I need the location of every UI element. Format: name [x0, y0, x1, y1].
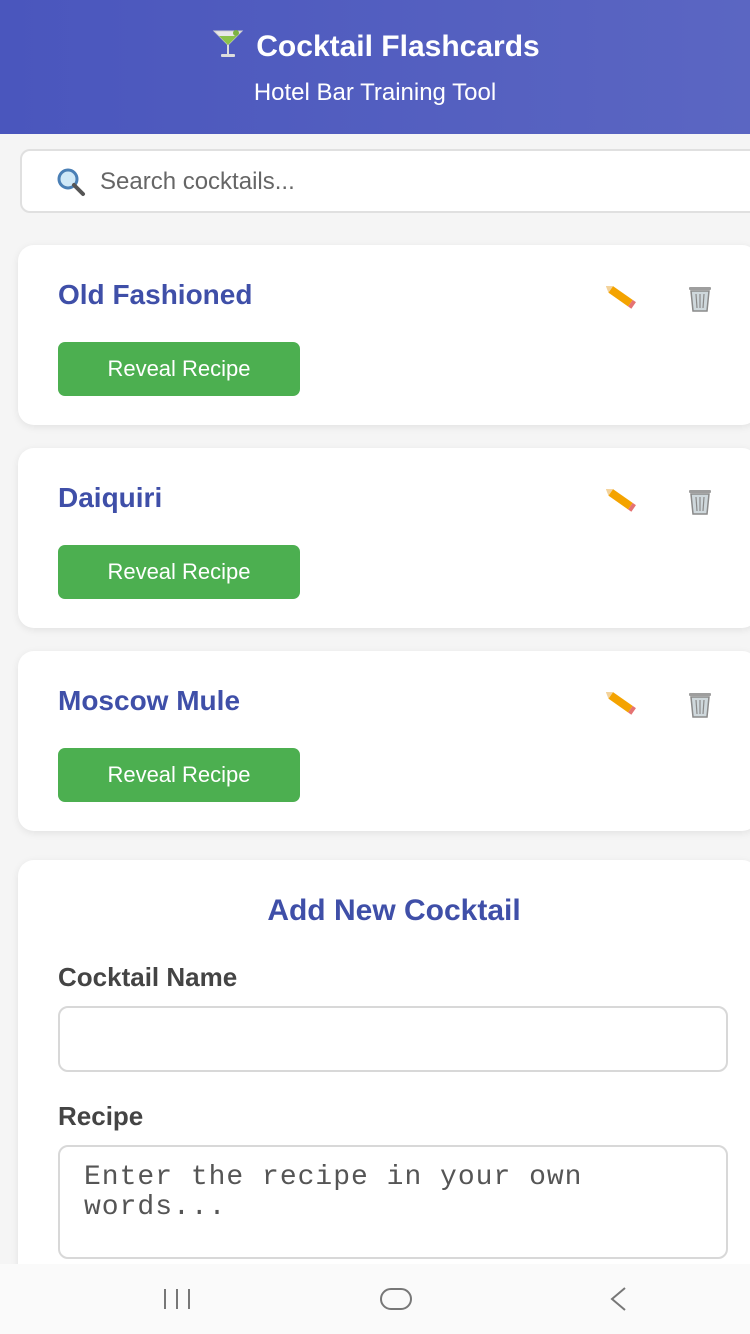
system-nav-bar: [0, 1264, 750, 1334]
cocktail-name: Daiquiri: [58, 482, 163, 513]
app-title: Cocktail Flashcards: [256, 30, 540, 63]
cocktail-card: Daiquiri Reveal Recipe: [18, 448, 750, 628]
home-icon[interactable]: [376, 1282, 416, 1316]
search-input[interactable]: [98, 159, 722, 205]
recents-icon[interactable]: [157, 1282, 197, 1316]
form-title: Add New Cocktail: [267, 894, 521, 927]
reveal-recipe-button[interactable]: Reveal Recipe: [58, 748, 300, 802]
reveal-recipe-button[interactable]: Reveal Recipe: [58, 342, 300, 396]
reveal-recipe-button[interactable]: Reveal Recipe: [58, 545, 300, 599]
cocktail-name-label: Cocktail Name: [58, 962, 238, 992]
cocktail-card: Old Fashioned Reveal Recipe: [18, 245, 750, 425]
trash-icon[interactable]: [686, 283, 714, 313]
app-header: Cocktail Flashcards Hotel Bar Training T…: [0, 0, 750, 134]
cocktail-card: Moscow Mule Reveal Recipe: [18, 651, 750, 831]
recipe-label: Recipe: [58, 1101, 144, 1131]
cocktail-glass-icon: [213, 30, 244, 57]
trash-icon[interactable]: [686, 486, 714, 516]
pencil-icon[interactable]: [606, 689, 640, 719]
trash-icon[interactable]: [686, 689, 714, 719]
recipe-textarea[interactable]: [58, 1145, 728, 1259]
search-box[interactable]: [20, 149, 750, 213]
cocktail-name: Moscow Mule: [58, 685, 241, 716]
back-icon[interactable]: [598, 1282, 638, 1316]
search-icon: [57, 168, 85, 196]
app-subtitle: Hotel Bar Training Tool: [253, 79, 497, 106]
header-title-row: Cocktail Flashcards: [0, 26, 750, 67]
cocktail-name: Old Fashioned: [58, 279, 253, 310]
pencil-icon[interactable]: [606, 283, 640, 313]
cocktail-name-input[interactable]: [58, 1006, 728, 1072]
pencil-icon[interactable]: [606, 486, 640, 516]
add-cocktail-form: Add New Cocktail Cocktail Name Recipe: [18, 860, 750, 1290]
